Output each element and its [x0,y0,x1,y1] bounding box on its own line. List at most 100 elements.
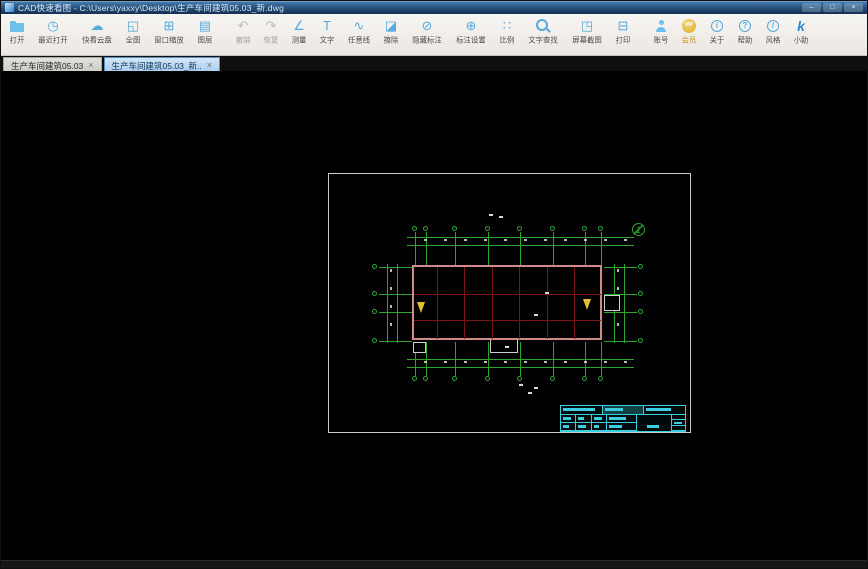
column-grid-line [414,320,601,321]
layers-button[interactable]: ▤ 图层 [191,16,219,47]
redo-button: ↷ 恢复 [257,16,285,47]
help-button[interactable]: ? 帮助 [731,16,759,47]
drawing-canvas[interactable]: 1 [1,71,867,561]
layers-label: 图层 [197,35,213,45]
assistant-button[interactable]: k 小助 [787,16,815,47]
help-label: 帮助 [737,35,753,45]
axis-bubble [582,376,587,381]
screenshot-button[interactable]: ◳ 屏幕截图 [565,16,609,47]
axis-bubble [412,226,417,231]
freehand-line-button[interactable]: ∿ 任意线 [341,16,377,47]
text-button[interactable]: T 文字 [313,16,341,47]
title-block-grid [607,415,637,431]
title-block-cell [602,406,645,414]
account-label: 账号 [653,35,669,45]
dimension-text-mark [519,384,523,386]
title-block-cell [561,415,577,423]
full-view-button[interactable]: ◱ 全图 [119,16,147,47]
window-zoom-label: 窗口缩放 [154,35,184,45]
pen-circle-icon: / [765,17,781,34]
dimension-ticks [390,266,392,341]
open-button[interactable]: 打开 [3,16,31,47]
vip-badge-icon: VIP [681,17,697,34]
window-zoom-button[interactable]: ⊞ 窗口缩放 [147,16,191,47]
title-block-grid [561,415,607,431]
annotation-settings-button[interactable]: ⊕ 标注设置 [449,16,493,47]
find-text-button[interactable]: 文字查找 [521,16,565,47]
undo-icon: ↶ [237,18,249,33]
redo-label: 恢复 [263,35,279,45]
axis-bubble [372,291,377,296]
about-button[interactable]: i 关于 [703,16,731,47]
title-block-cell [576,423,592,431]
undo-label: 撤销 [235,35,251,45]
scale-ratio-button[interactable]: ∷ 比例 [493,16,521,47]
account-button[interactable]: 账号 [647,16,675,47]
axis-bubble [638,264,643,269]
detail-marker: 1 [632,223,645,236]
maximize-button[interactable]: □ [823,3,842,12]
hide-annotation-icon: ⊘ [421,18,433,33]
title-block-cell [561,423,577,431]
scale-ratio-icon: ∷ [502,18,512,33]
style-label: 风格 [765,35,781,45]
erase-button[interactable]: ◪ 擦除 [377,16,405,47]
full-view-label: 全图 [125,35,141,45]
column-grid-line [464,267,465,339]
close-button[interactable]: × [844,3,863,12]
axis-bubble [372,309,377,314]
title-block-cell [607,415,637,423]
cloud-drive-button[interactable]: ☁ 快看云盘 [75,16,119,47]
dimension-line [387,264,388,343]
layers-icon: ▤ [198,18,212,33]
hide-annotation-button[interactable]: ⊘ 隐藏标注 [405,16,449,47]
freehand-line-label: 任意线 [347,35,371,45]
tab-close-icon[interactable]: × [88,61,93,70]
axis-bubble [638,338,643,343]
title-block-body [561,415,685,431]
axis-line [379,267,412,268]
title-block-header [561,406,685,415]
title-block-grid [672,415,685,431]
window-title: CAD快速看图 - C:\Users\yaxxy\Desktop\生产车间建筑0… [18,2,285,13]
tab-close-icon[interactable]: × [207,61,212,70]
text-label: 文字 [319,35,335,45]
axis-line [379,312,412,313]
open-label: 打开 [9,35,25,45]
cloud-drive-label: 快看云盘 [82,35,112,45]
title-block-cell [672,426,685,431]
tab-label: 生产车间建筑05.03 [11,60,84,71]
print-button[interactable]: ⊟ 打印 [609,16,637,47]
column-grid-line [574,267,575,339]
dimension-text-mark [534,387,538,389]
axis-bubble [372,338,377,343]
about-label: 关于 [709,35,725,45]
vip-label: 会员 [681,35,697,45]
full-extent-icon: ◱ [126,18,140,33]
eraser-icon: ◪ [384,18,398,33]
vip-button[interactable]: VIP 会员 [675,16,703,47]
axis-bubble [452,376,457,381]
axis-bubble [517,226,522,231]
printer-icon: ⊟ [617,18,629,33]
text-icon: T [323,18,331,33]
measure-icon: ∠ [293,18,305,33]
dimension-line [407,367,634,368]
title-block [560,405,686,432]
axis-bubble [485,226,490,231]
recent-open-button[interactable]: ◷ 最近打开 [31,16,75,47]
stair-arrow [583,299,591,310]
assistant-label: 小助 [793,35,809,45]
axis-bubble [550,226,555,231]
dimension-text-mark [505,346,509,348]
axis-bubble [598,376,603,381]
annotation-settings-icon: ⊕ [465,18,477,33]
axis-line [604,341,637,342]
style-button[interactable]: / 风格 [759,16,787,47]
minimize-button[interactable]: – [802,3,821,12]
dimension-text-mark [499,216,503,218]
freehand-line-icon: ∿ [353,18,365,33]
find-text-label: 文字查找 [528,35,558,45]
title-block-cell [607,423,637,431]
measure-button[interactable]: ∠ 测量 [285,16,313,47]
